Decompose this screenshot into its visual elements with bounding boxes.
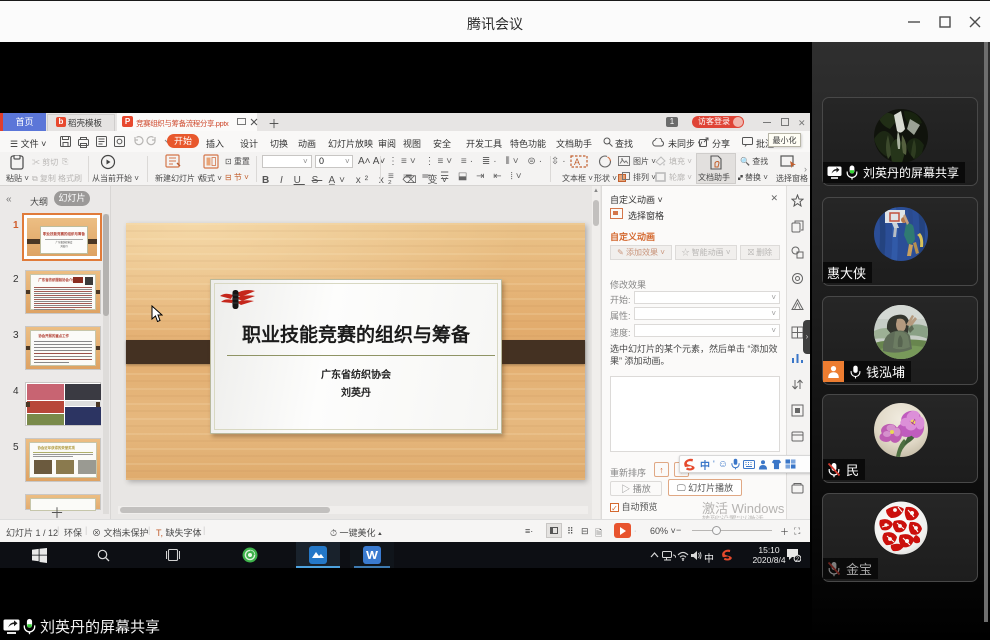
svg-text:A: A [574,157,580,167]
